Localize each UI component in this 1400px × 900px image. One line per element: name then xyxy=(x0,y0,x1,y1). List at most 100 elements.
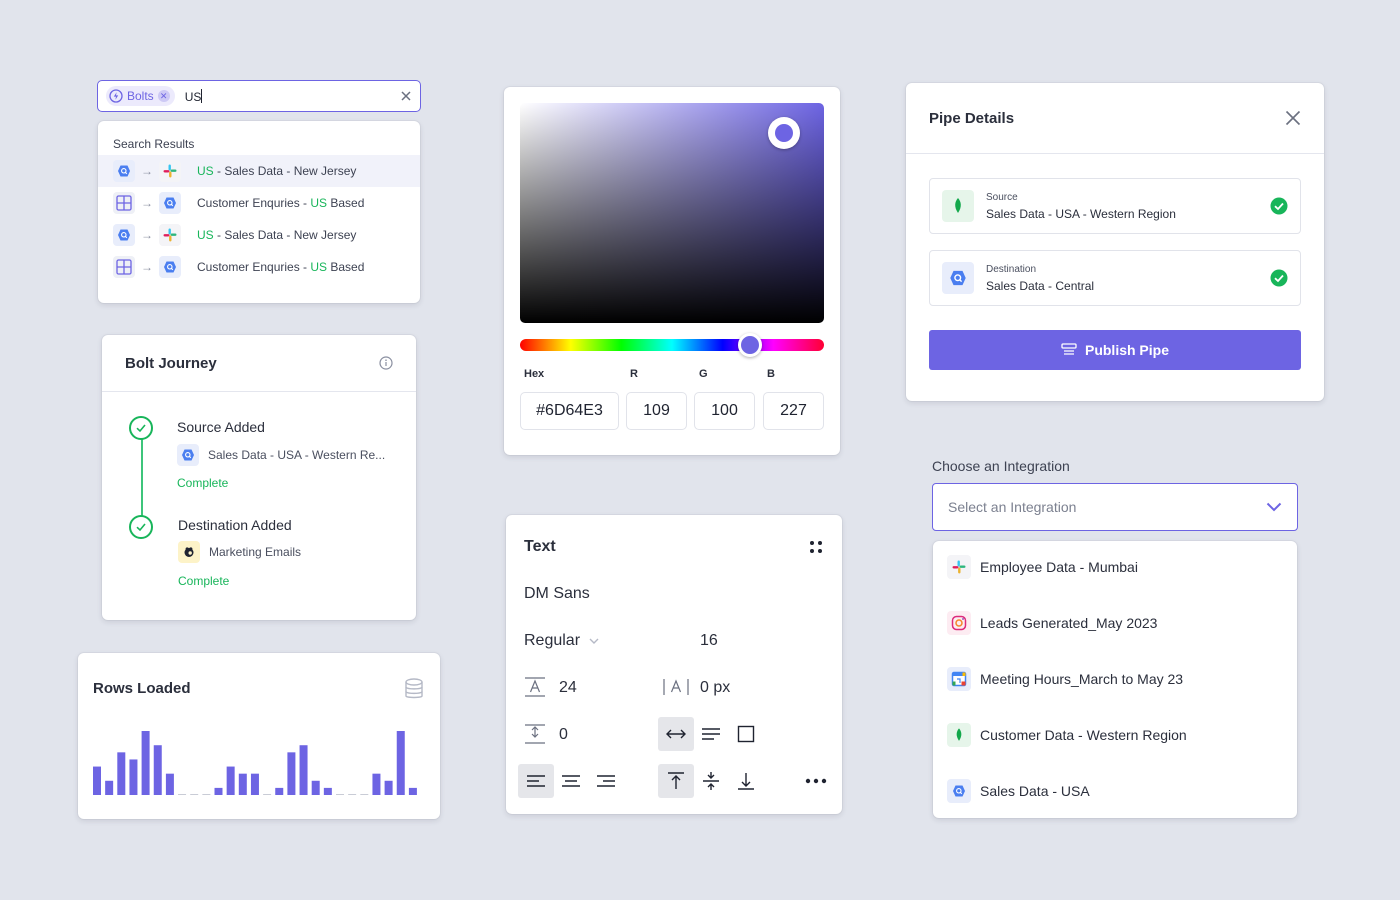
search-results-header: Search Results xyxy=(113,137,195,151)
search-result-row[interactable]: → US - Sales Data - New Jersey xyxy=(98,155,420,187)
pipe-destination-row[interactable]: Destination Sales Data - Central xyxy=(929,250,1301,306)
more-options-grid-icon[interactable] xyxy=(808,539,824,555)
arrow-right-icon: → xyxy=(141,260,153,274)
hex-label: Hex xyxy=(524,368,545,380)
align-left-icon[interactable] xyxy=(518,764,554,798)
bolt-journey-title: Bolt Journey xyxy=(125,354,217,372)
search-result-row[interactable]: → US - Sales Data - New Jersey xyxy=(98,219,420,251)
integration-option[interactable]: Leads Generated_May 2023 xyxy=(947,611,1157,635)
pipe-details-card: Pipe Details Source Sales Data - USA - W… xyxy=(906,83,1324,401)
integration-select[interactable]: Select an Integration xyxy=(932,483,1298,531)
chevron-down-icon[interactable] xyxy=(588,636,600,646)
step-1-title: Source Added xyxy=(177,419,265,435)
search-query: US xyxy=(184,89,202,104)
destination-value: Sales Data - Central xyxy=(986,278,1095,293)
search-result-row[interactable]: → Customer Enquries - US Based xyxy=(98,187,420,219)
saturation-value-handle[interactable] xyxy=(768,117,800,149)
b-input[interactable]: 227 xyxy=(763,392,824,430)
hue-slider[interactable] xyxy=(520,339,824,351)
b-label: B xyxy=(767,368,775,380)
line-height-input[interactable]: 24 xyxy=(559,679,577,697)
paragraph-spacing-input[interactable]: 0 xyxy=(559,726,568,744)
chart-bar xyxy=(299,745,308,795)
chart-bar xyxy=(287,752,296,795)
integration-option[interactable]: Meeting Hours_March to May 23 xyxy=(947,667,1183,691)
result-highlight: US xyxy=(197,228,214,242)
arrow-right-icon: → xyxy=(141,164,153,178)
integration-option[interactable]: Sales Data - USA xyxy=(947,779,1090,803)
mongodb-icon xyxy=(947,723,971,747)
chart-bar xyxy=(105,780,114,795)
result-highlight: US xyxy=(310,196,328,210)
integration-option[interactable]: Customer Data - Western Region xyxy=(947,723,1187,747)
result-suffix: - Sales Data - New Jersey xyxy=(213,164,357,178)
result-highlight: US xyxy=(310,260,328,274)
instagram-icon xyxy=(947,611,971,635)
step-2-item: Marketing Emails xyxy=(178,541,301,563)
r-input[interactable]: 109 xyxy=(626,392,687,430)
integration-option[interactable]: Employee Data - Mumbai xyxy=(947,555,1138,579)
grid-icon xyxy=(113,192,135,214)
step-1-status: Complete xyxy=(177,476,229,490)
font-weight-select[interactable]: Regular xyxy=(524,632,580,650)
result-suffix: Based xyxy=(327,260,365,274)
letter-spacing-input[interactable]: 0 px xyxy=(700,679,730,697)
chip-label: Bolts xyxy=(127,89,154,103)
align-top-icon[interactable] xyxy=(658,764,694,798)
result-suffix: Based xyxy=(327,196,365,210)
search-results-list: → US - Sales Data - New Jersey → Customer E… xyxy=(98,155,420,283)
align-middle-icon[interactable] xyxy=(693,764,729,798)
clear-search-icon[interactable] xyxy=(400,90,412,102)
bigquery-icon xyxy=(942,262,974,294)
text-cursor xyxy=(201,88,203,103)
hue-slider-handle[interactable] xyxy=(738,333,762,357)
publish-pipe-button[interactable]: Publish Pipe xyxy=(929,330,1301,370)
chevron-down-icon[interactable] xyxy=(1266,502,1282,512)
search-result-label: US - Sales Data - New Jersey xyxy=(197,228,356,242)
step-2-check-icon xyxy=(129,515,153,539)
chart-bar xyxy=(214,787,223,795)
step-1-item: Sales Data - USA - Western Re... xyxy=(177,444,385,466)
hex-input[interactable]: #6D64E3 xyxy=(520,392,619,430)
integration-option-label: Sales Data - USA xyxy=(980,783,1090,799)
align-bottom-icon[interactable] xyxy=(728,764,764,798)
bolt-journey-card: Bolt Journey Source Added Sales Data - U… xyxy=(102,335,416,620)
align-right-icon[interactable] xyxy=(588,764,624,798)
chip-remove-icon[interactable]: ✕ xyxy=(157,90,170,102)
success-check-icon xyxy=(1270,197,1288,215)
font-size-input[interactable]: 16 xyxy=(700,632,718,650)
slack-icon xyxy=(159,224,181,246)
close-icon[interactable] xyxy=(1285,110,1301,126)
bigquery-icon xyxy=(177,444,199,466)
font-family-select[interactable]: DM Sans xyxy=(524,585,590,603)
bigquery-icon xyxy=(159,192,181,214)
chart-bar xyxy=(396,731,405,795)
chart-bar xyxy=(117,752,126,795)
integration-option-label: Leads Generated_May 2023 xyxy=(980,615,1158,631)
info-icon[interactable] xyxy=(379,356,393,370)
fixed-size-icon[interactable] xyxy=(728,717,764,751)
bigquery-icon xyxy=(113,224,135,246)
align-center-icon[interactable] xyxy=(553,764,589,798)
g-input[interactable]: 100 xyxy=(694,392,755,430)
bolts-filter-chip[interactable]: Bolts ✕ xyxy=(106,86,175,106)
integration-option-label: Employee Data - Mumbai xyxy=(980,559,1138,575)
integration-option-label: Customer Data - Western Region xyxy=(980,727,1187,743)
chart-bar xyxy=(250,773,259,795)
pipe-source-row[interactable]: Source Sales Data - USA - Western Region xyxy=(929,178,1301,234)
auto-height-icon[interactable] xyxy=(693,717,729,751)
arrow-right-icon: → xyxy=(141,228,153,242)
paragraph-spacing-icon xyxy=(524,723,546,745)
publish-pipe-label: Publish Pipe xyxy=(1084,342,1169,358)
integration-placeholder: Select an Integration xyxy=(948,499,1077,515)
auto-width-icon[interactable] xyxy=(658,717,694,751)
search-input[interactable]: Bolts ✕ US xyxy=(97,80,421,112)
arrow-right-icon: → xyxy=(141,196,153,210)
search-result-label: Customer Enquries - US Based xyxy=(197,260,364,274)
success-check-icon xyxy=(1270,269,1288,287)
r-label: R xyxy=(630,368,638,380)
more-options-icon[interactable] xyxy=(798,764,834,798)
g-label: G xyxy=(699,368,708,380)
mongodb-icon xyxy=(942,190,974,222)
search-result-row[interactable]: → Customer Enquries - US Based xyxy=(98,251,420,283)
